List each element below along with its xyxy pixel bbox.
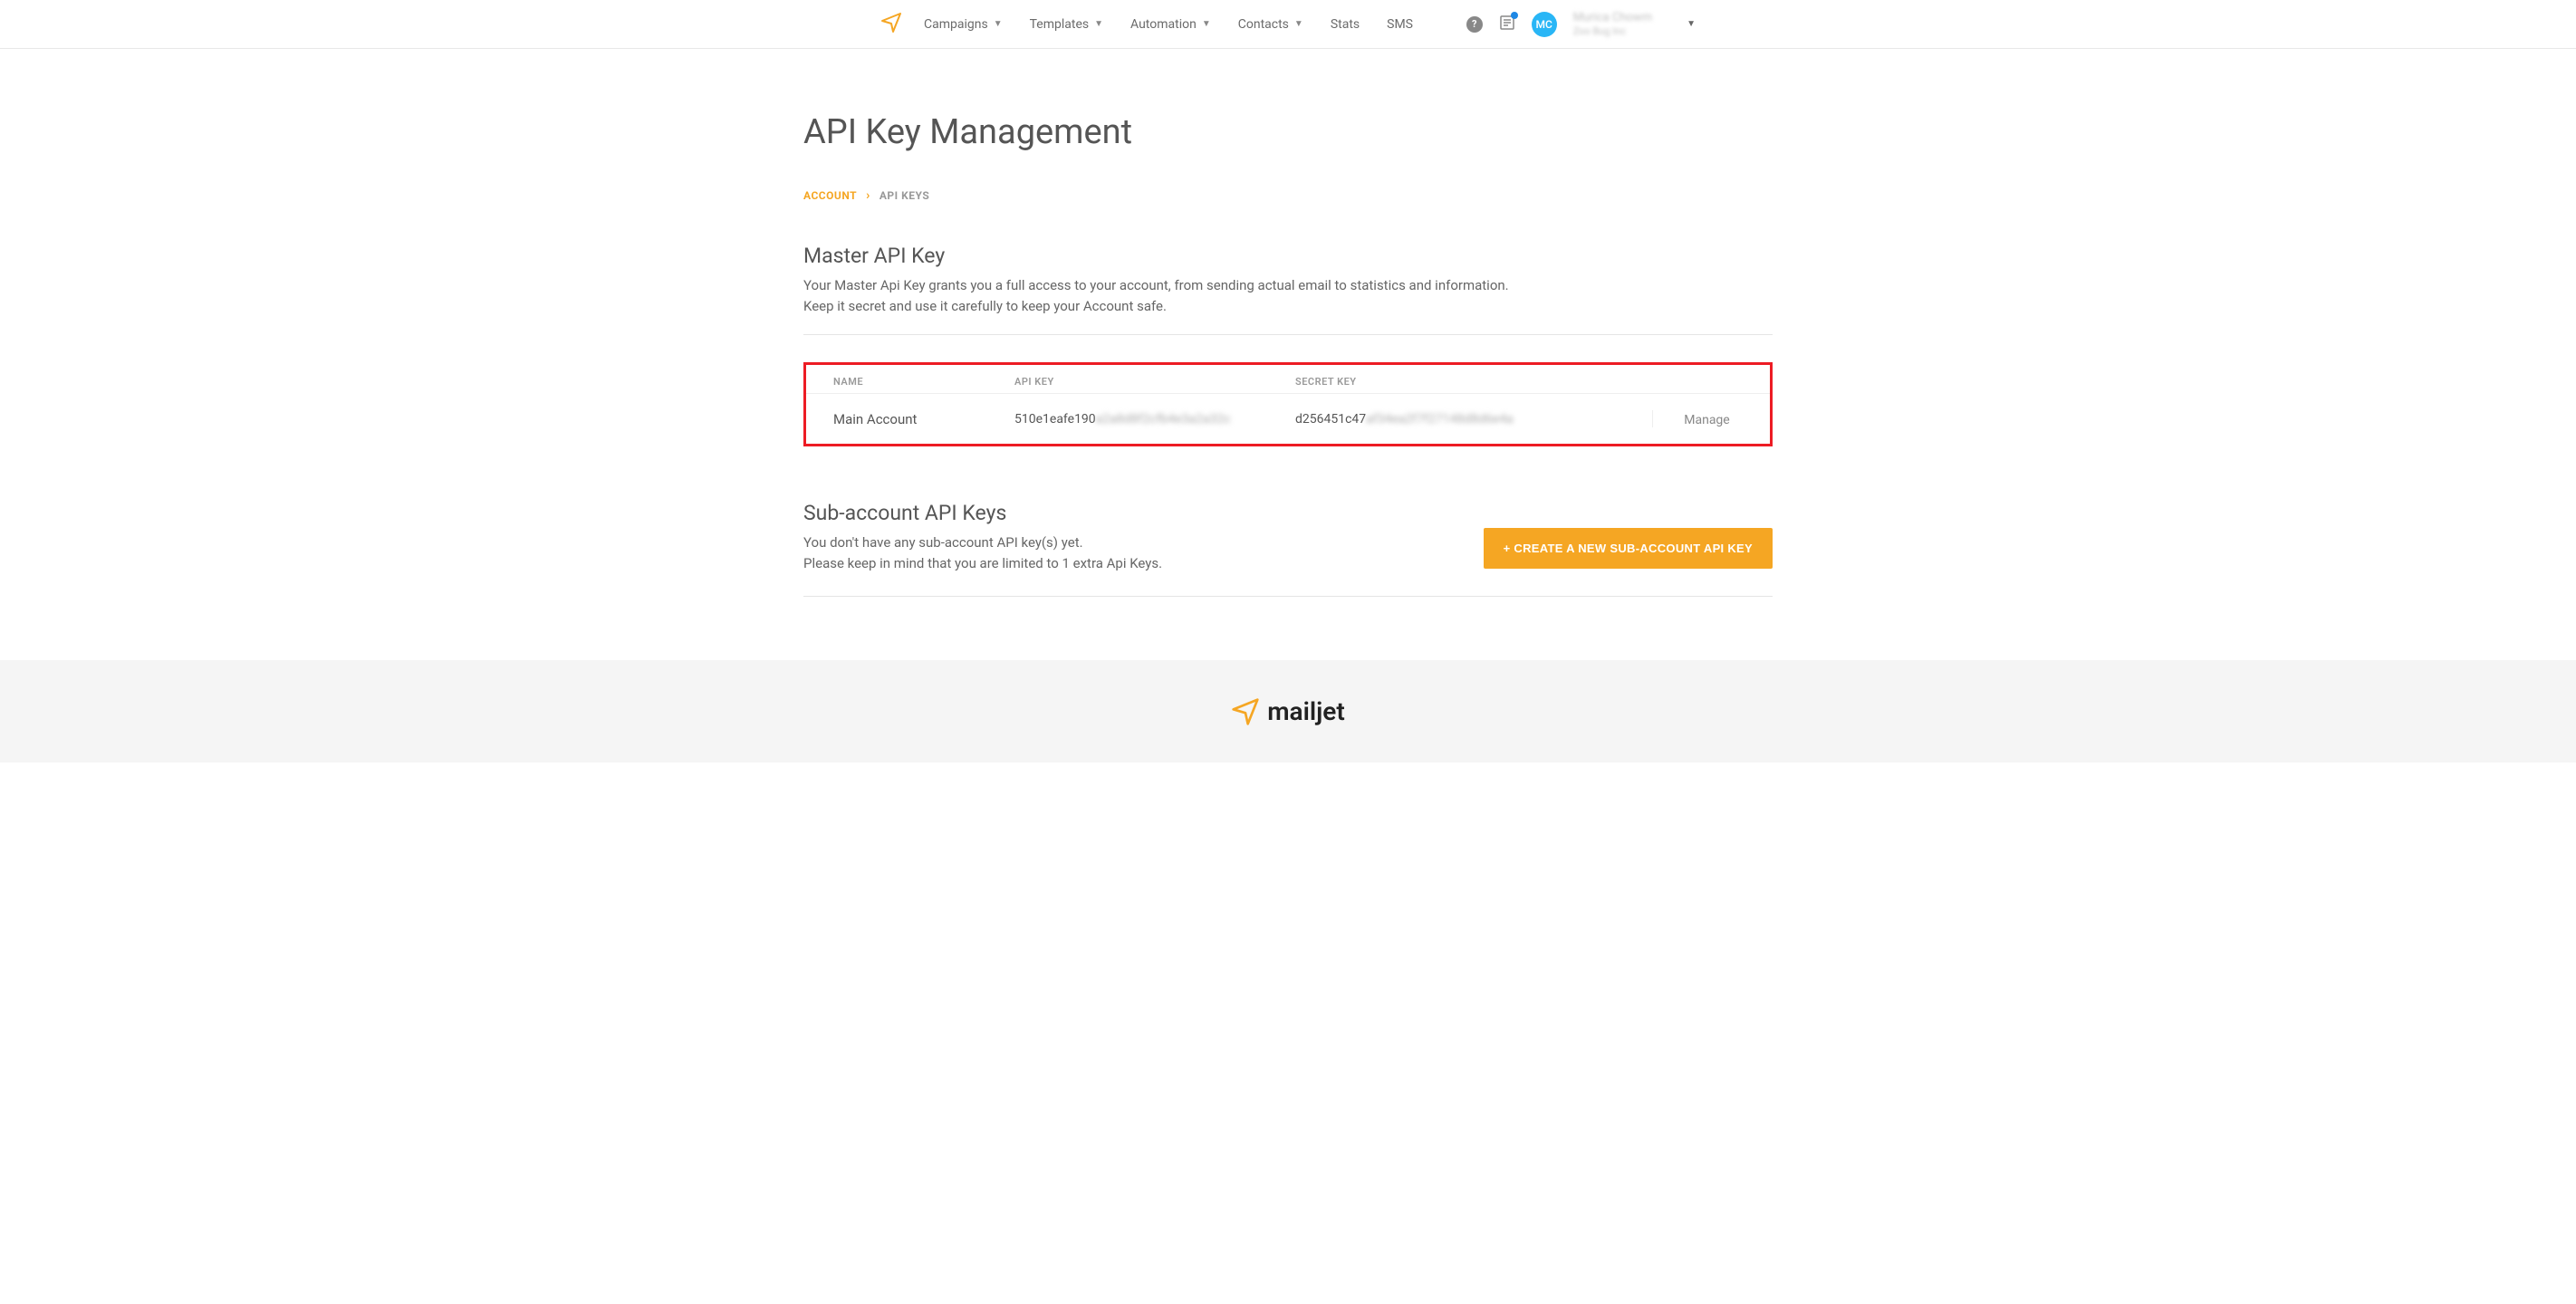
table-row: Main Account 510e1eafe190a2a8d8f2cfb4e3a…	[806, 394, 1770, 444]
help-icon[interactable]: ?	[1466, 16, 1483, 33]
create-subaccount-button[interactable]: + CREATE A NEW SUB-ACCOUNT API KEY	[1484, 528, 1773, 569]
col-api-key: API KEY	[1014, 376, 1295, 388]
nav-automation[interactable]: Automation ▼	[1130, 17, 1211, 32]
subaccount-desc: You don't have any sub-account API key(s…	[803, 532, 1484, 573]
chevron-down-icon: ▼	[1202, 19, 1211, 29]
notifications-icon[interactable]	[1499, 14, 1515, 34]
manage-button[interactable]: Manage	[1684, 413, 1729, 427]
chevron-down-icon[interactable]: ▼	[1687, 19, 1696, 29]
col-secret-key: SECRET KEY	[1295, 376, 1743, 388]
chevron-right-icon: ›	[866, 188, 870, 203]
chevron-down-icon: ▼	[1094, 19, 1103, 29]
table-head: NAME API KEY SECRET KEY	[806, 365, 1770, 394]
cell-secret-key: d256451c47af34ea2f7f27148d8d6e4a	[1295, 412, 1652, 427]
nav-stats[interactable]: Stats	[1331, 17, 1360, 32]
chevron-down-icon: ▼	[1294, 19, 1303, 29]
top-nav: Campaigns ▼ Templates ▼ Automation ▼ Con…	[0, 0, 2576, 49]
api-key-table: NAME API KEY SECRET KEY Main Account 510…	[803, 362, 1773, 446]
avatar[interactable]: MC	[1532, 12, 1557, 37]
master-api-title: Master API Key	[803, 244, 1773, 268]
nav-templates[interactable]: Templates ▼	[1030, 17, 1103, 32]
master-api-desc: Your Master Api Key grants you a full ac…	[803, 275, 1773, 316]
breadcrumb: ACCOUNT › API KEYS	[803, 188, 1773, 203]
nav-sms[interactable]: SMS	[1387, 17, 1413, 32]
brand-logo[interactable]	[880, 12, 902, 37]
user-info: Murica Chowm Zoo Bug Inc	[1573, 11, 1652, 37]
breadcrumb-account[interactable]: ACCOUNT	[803, 189, 857, 202]
breadcrumb-current: API KEYS	[879, 189, 929, 202]
footer: mailjet	[0, 660, 2576, 762]
footer-logo[interactable]: mailjet	[1231, 696, 1345, 726]
notification-dot	[1511, 12, 1518, 19]
divider	[803, 596, 1773, 597]
subaccount-title: Sub-account API Keys	[803, 501, 1484, 525]
chevron-down-icon: ▼	[994, 19, 1003, 29]
cell-api-key: 510e1eafe190a2a8d8f2cfb4e3a2a32c	[1014, 412, 1295, 427]
col-name: NAME	[833, 376, 1014, 388]
cell-name: Main Account	[833, 411, 1014, 427]
nav-campaigns[interactable]: Campaigns ▼	[924, 17, 1003, 32]
divider	[803, 334, 1773, 335]
page-title: API Key Management	[803, 112, 1773, 152]
nav-contacts[interactable]: Contacts ▼	[1238, 17, 1303, 32]
